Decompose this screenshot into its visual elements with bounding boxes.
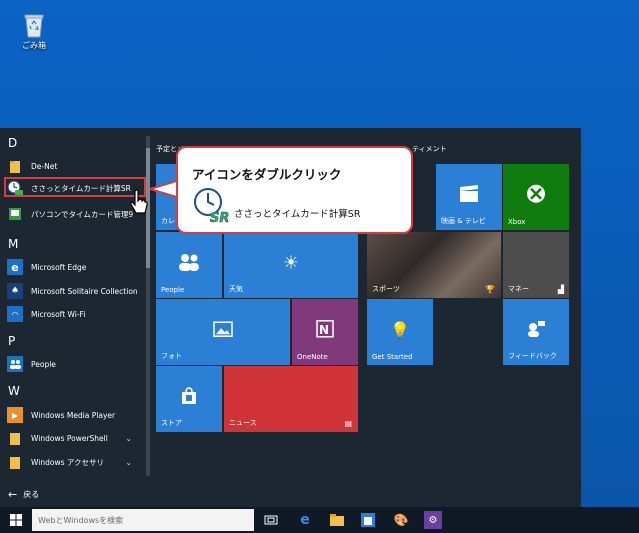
app-item-powershell[interactable]: Windows PowerShell ⌄ [0, 427, 146, 449]
sun-icon: ☀ [282, 252, 300, 274]
app-item-label: Microsoft Solitaire Collection [31, 286, 138, 296]
callout-app-name: ささっとタイムカード計算SR [234, 209, 361, 220]
search-input[interactable]: WebとWindowsを検索 [32, 509, 254, 531]
edge-icon[interactable]: e [296, 511, 314, 529]
feedback-icon [526, 320, 546, 340]
folder-icon [7, 158, 23, 174]
media-player-icon: ▶ [7, 407, 23, 423]
store-icon [180, 387, 198, 407]
taskbar: WebとWindowsを検索 e 🎨 ⚙ [0, 507, 639, 533]
tile-label: People [161, 286, 185, 294]
app-item-timecard-manager[interactable]: パソコンでタイムカード管理9 [0, 203, 146, 225]
clapperboard-icon [459, 185, 479, 205]
wifi-icon: ◠ [7, 306, 23, 322]
svg-text:N: N [319, 323, 329, 337]
app-item-label: パソコンでタイムカード管理9 [31, 209, 134, 219]
chevron-down-icon[interactable]: ⌄ [125, 434, 132, 443]
recycle-bin-label: ごみ箱 [22, 41, 46, 50]
folder-icon [7, 430, 23, 446]
store-icon[interactable] [359, 511, 377, 529]
tile-label: OneNote [297, 353, 328, 361]
recycle-bin-icon [23, 12, 45, 38]
tile-label: マネー [508, 285, 529, 293]
tile-label: フィードバック [508, 352, 557, 360]
chart-icon: ▟ [557, 285, 564, 294]
onenote-icon: N [315, 319, 335, 341]
app-item-de-net[interactable]: De-Net [0, 155, 146, 177]
app-item-wifi[interactable]: ◠ Microsoft Wi-Fi [0, 303, 146, 325]
hand-cursor-icon [130, 189, 148, 214]
app-item-media-player[interactable]: ▶ Windows Media Player [0, 404, 146, 426]
app-item-label: Windows アクセサリ [31, 457, 104, 467]
tile-label: Xbox [508, 218, 526, 226]
app-item-label: People [31, 359, 56, 369]
recycle-bin[interactable]: ごみ箱 [18, 12, 50, 51]
app-item-label: De-Net [31, 161, 58, 171]
folder-icon [7, 454, 23, 470]
people-icon [178, 253, 200, 273]
tile-label: ニュース [229, 419, 257, 427]
trophy-icon: 🏆 [485, 285, 495, 294]
highlight-box [4, 177, 146, 197]
callout-title: アイコンをダブルクリック [192, 167, 342, 182]
lightbulb-icon: 💡 [390, 320, 410, 340]
tile-get-started[interactable]: 💡 Get Started [367, 299, 433, 365]
tile-label: フォト [161, 352, 182, 360]
app-item-label: Windows PowerShell [31, 433, 108, 443]
arrow-left-icon: ← [8, 488, 18, 501]
tile-movies[interactable]: 映画 & テレビ [436, 164, 502, 230]
back-button[interactable]: ← 戻る [8, 488, 39, 501]
app-item-people[interactable]: People [0, 353, 146, 375]
news-icon: ▤ [344, 419, 352, 428]
windows-logo-icon [10, 514, 22, 526]
app-item-edge[interactable]: e Microsoft Edge [0, 256, 146, 278]
search-placeholder: WebとWindowsを検索 [38, 515, 124, 525]
tile-weather[interactable]: ☀ 天気 [224, 232, 358, 298]
group-letter-p[interactable]: P [8, 334, 15, 348]
tile-label: Get Started [372, 353, 413, 361]
app-item-accessories[interactable]: Windows アクセサリ ⌄ [0, 451, 146, 473]
paint-app-icon[interactable]: 🎨 [392, 511, 410, 529]
chevron-down-icon[interactable]: ⌄ [125, 458, 132, 467]
edge-icon: e [7, 259, 23, 275]
photo-icon [213, 321, 233, 339]
file-explorer-icon[interactable] [328, 511, 346, 529]
people-icon [7, 356, 23, 372]
tile-store[interactable]: ストア [156, 366, 222, 432]
app-item-label: Microsoft Wi-Fi [31, 309, 86, 319]
app-item-label: Microsoft Edge [31, 262, 87, 272]
tile-label: スポーツ [372, 285, 400, 293]
tile-xbox[interactable]: Xbox [503, 164, 569, 230]
timecard-manager-icon [7, 206, 23, 222]
callout-box: アイコンをダブルクリック SR ささっとタイムカード計算SR [176, 146, 413, 234]
tile-label: 映画 & テレビ [441, 217, 486, 225]
timecard-app-icon: SR [194, 188, 230, 224]
tile-label: 天気 [229, 285, 243, 293]
settings-app-icon[interactable]: ⚙ [424, 511, 442, 529]
xbox-icon [526, 184, 546, 206]
tile-photos[interactable]: フォト [156, 299, 290, 365]
solitaire-icon: ♠ [7, 283, 23, 299]
tile-onenote[interactable]: N OneNote [292, 299, 358, 365]
tile-money[interactable]: マネー ▟ [503, 232, 569, 298]
group-letter-d[interactable]: D [8, 136, 17, 150]
group-letter-m[interactable]: M [8, 237, 18, 251]
group-letter-w[interactable]: W [8, 384, 20, 398]
start-button[interactable] [0, 507, 32, 533]
task-view-icon[interactable] [262, 511, 280, 529]
tile-label: カレ [161, 217, 175, 225]
back-label: 戻る [23, 490, 40, 499]
tile-label: ストア [161, 419, 182, 427]
tile-feedback[interactable]: フィードバック [503, 299, 569, 365]
tile-group-header-right: ティメント [412, 145, 447, 153]
callout-icon-badge: SR [210, 211, 229, 224]
app-item-solitaire[interactable]: ♠ Microsoft Solitaire Collection [0, 280, 146, 302]
tile-people[interactable]: People [156, 232, 222, 298]
tile-news[interactable]: ニュース ▤ [224, 366, 358, 432]
app-item-label: Windows Media Player [31, 410, 116, 420]
tile-sports[interactable]: スポーツ 🏆 [367, 232, 501, 298]
